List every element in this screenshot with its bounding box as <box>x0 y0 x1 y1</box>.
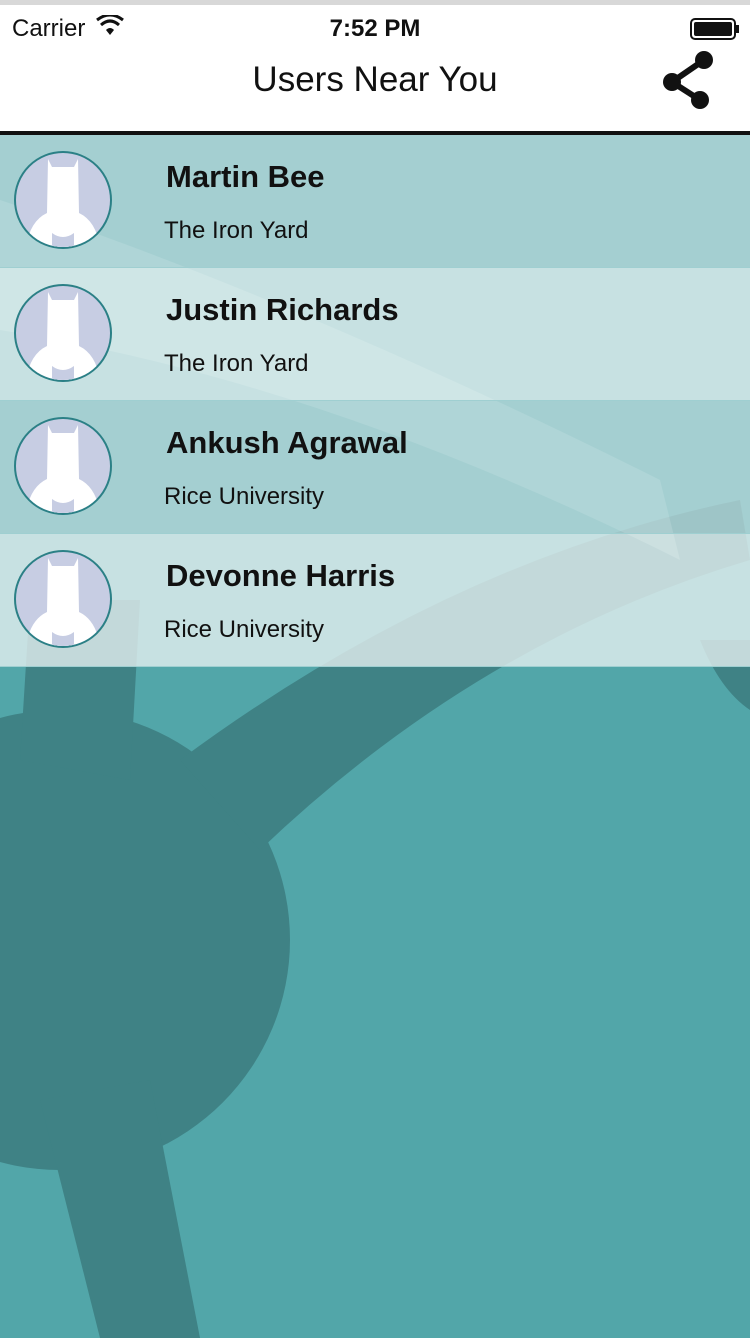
avatar <box>14 151 112 249</box>
user-name: Devonne Harris <box>166 558 396 593</box>
status-bar: Carrier 7:52 PM <box>0 0 750 52</box>
user-row[interactable]: Justin Richards The Iron Yard <box>0 268 750 401</box>
share-icon[interactable] <box>660 46 718 110</box>
status-time: 7:52 PM <box>329 15 421 42</box>
user-silhouette-icon <box>26 558 100 646</box>
avatar <box>14 417 112 515</box>
user-name: Justin Richards <box>166 292 399 327</box>
user-company: Rice University <box>164 616 325 643</box>
battery-icon <box>690 18 739 40</box>
user-row[interactable]: Martin Bee The Iron Yard <box>0 135 750 268</box>
user-name: Ankush Agrawal <box>166 425 408 460</box>
user-row[interactable]: Devonne Harris Rice University <box>0 534 750 667</box>
user-list: Martin Bee The Iron Yard Justin Richards… <box>0 135 750 667</box>
avatar <box>14 550 112 648</box>
user-company: The Iron Yard <box>164 350 309 377</box>
page-title: Users Near You <box>252 60 498 99</box>
user-silhouette-icon <box>26 425 100 513</box>
user-company: Rice University <box>164 483 325 510</box>
user-row[interactable]: Ankush Agrawal Rice University <box>0 401 750 534</box>
navigation-bar: Users Near You <box>0 51 750 135</box>
user-name: Martin Bee <box>166 159 325 194</box>
user-silhouette-icon <box>26 292 100 380</box>
user-company: The Iron Yard <box>164 217 309 244</box>
user-silhouette-icon <box>26 159 100 247</box>
avatar <box>14 284 112 382</box>
